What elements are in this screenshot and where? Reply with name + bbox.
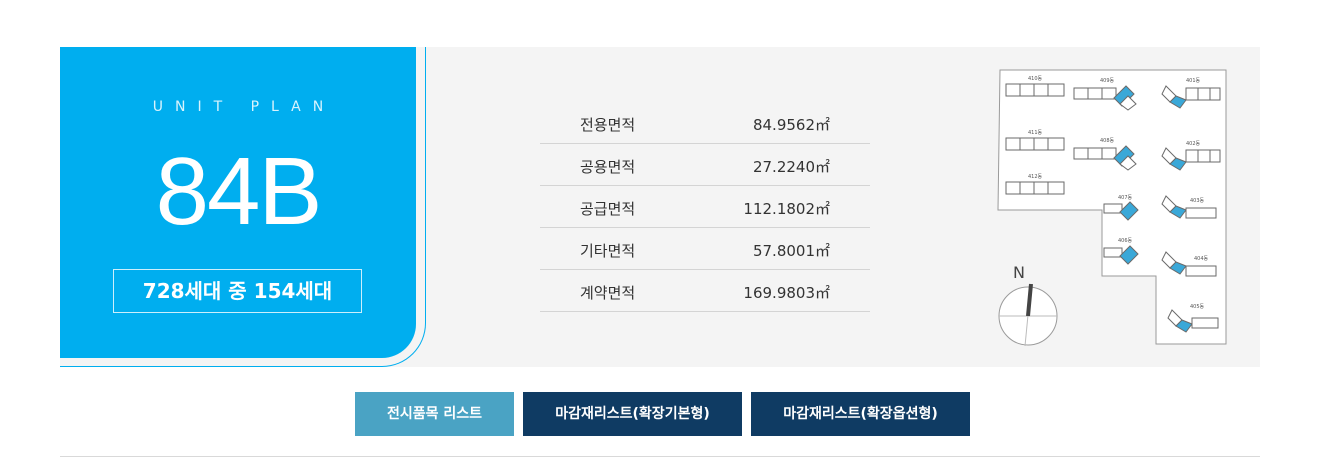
area-label: 공급면적 bbox=[580, 200, 636, 218]
finish-list-option-button[interactable]: 마감재리스트(확장옵션형) bbox=[751, 392, 970, 436]
area-label: 기타면적 bbox=[580, 242, 636, 260]
building-label: 411동 bbox=[1028, 130, 1043, 136]
building-label: 412동 bbox=[1028, 174, 1043, 180]
area-row: 공용면적 27.2240㎡ bbox=[540, 144, 870, 186]
area-table: 전용면적 84.9562㎡ 공용면적 27.2240㎡ 공급면적 112.180… bbox=[540, 102, 870, 312]
unit-plan-page: UNIT PLAN 84B 728세대 중 154세대 전용면적 84.9562… bbox=[0, 0, 1329, 466]
exhibit-list-button[interactable]: 전시품목 리스트 bbox=[355, 392, 514, 436]
unit-type-title: 84B bbox=[155, 138, 323, 245]
building-label: 408동 bbox=[1100, 138, 1115, 144]
unit-card: UNIT PLAN 84B 728세대 중 154세대 bbox=[60, 47, 416, 358]
building-label: 405동 bbox=[1190, 304, 1205, 310]
building-label: 410동 bbox=[1028, 76, 1043, 82]
area-row: 전용면적 84.9562㎡ bbox=[540, 102, 870, 144]
area-row: 공급면적 112.1802㎡ bbox=[540, 186, 870, 228]
bottom-divider bbox=[60, 456, 1260, 457]
unit-plan-label: UNIT PLAN bbox=[152, 99, 336, 115]
finish-list-basic-button[interactable]: 마감재리스트(확장기본형) bbox=[523, 392, 742, 436]
area-value: 84.9562㎡ bbox=[752, 116, 830, 134]
area-label: 계약면적 bbox=[580, 284, 636, 302]
area-label: 전용면적 bbox=[580, 116, 636, 134]
building-label: 407동 bbox=[1118, 195, 1133, 201]
building-label: 402동 bbox=[1186, 141, 1201, 147]
building-label: 406동 bbox=[1118, 238, 1133, 244]
building-label: 409동 bbox=[1100, 78, 1115, 84]
building-label: 401동 bbox=[1186, 78, 1201, 84]
site-map: 410동 409동 401동 411동 408동 402동 412동 407동 … bbox=[997, 69, 1227, 347]
area-value: 27.2240㎡ bbox=[752, 158, 830, 176]
compass-label: N bbox=[1013, 263, 1025, 282]
building-label: 403동 bbox=[1190, 198, 1205, 204]
area-value: 112.1802㎡ bbox=[743, 200, 830, 218]
area-row: 기타면적 57.8001㎡ bbox=[540, 228, 870, 270]
area-label: 공용면적 bbox=[580, 158, 636, 176]
area-value: 57.8001㎡ bbox=[752, 242, 830, 260]
building-label: 404동 bbox=[1194, 256, 1209, 262]
household-count-box: 728세대 중 154세대 bbox=[113, 269, 362, 313]
area-value: 169.9803㎡ bbox=[743, 284, 830, 302]
compass-icon: N bbox=[998, 263, 1058, 347]
area-row: 계약면적 169.9803㎡ bbox=[540, 270, 870, 312]
